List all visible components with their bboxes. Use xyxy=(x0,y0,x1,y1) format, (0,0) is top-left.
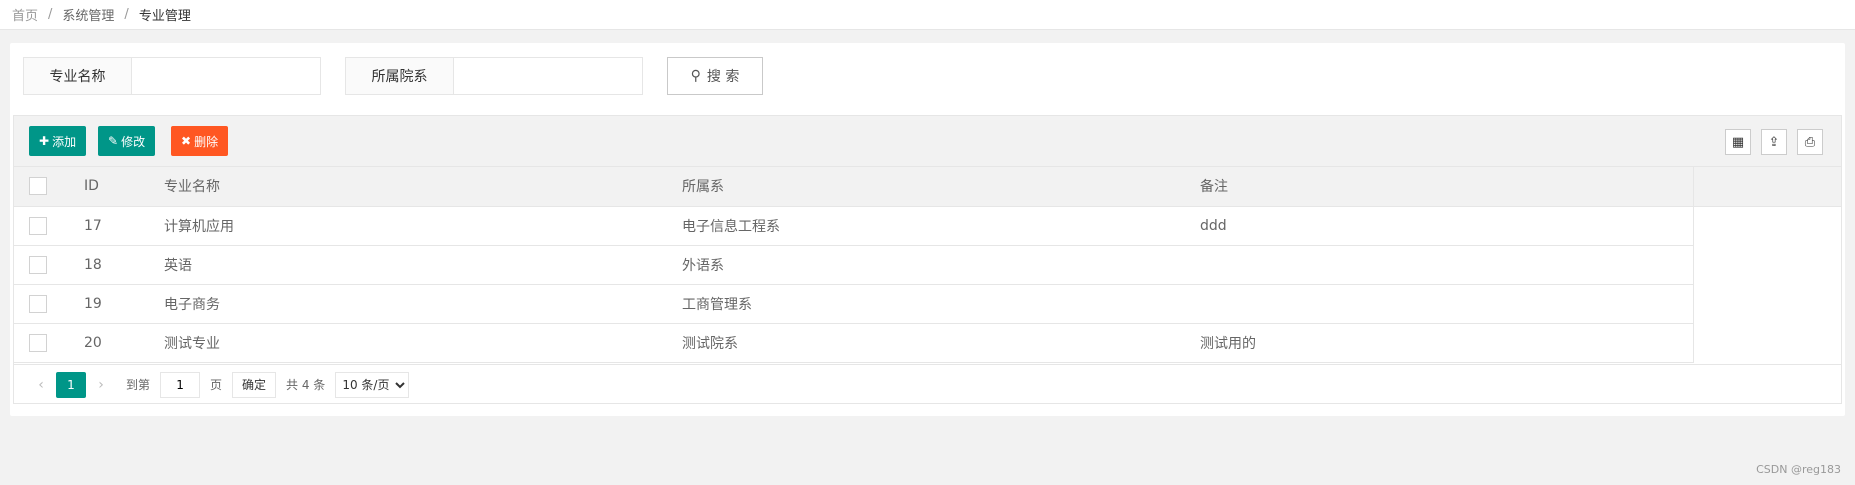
goto-confirm-button[interactable]: 确定 xyxy=(232,371,277,398)
cell-note: 测试用的 xyxy=(1185,323,1693,363)
row-checkbox-cell xyxy=(14,284,69,324)
chevron-left-icon[interactable]: ‹ xyxy=(26,377,56,393)
cell-department: 工商管理系 xyxy=(667,284,1185,324)
cell-note xyxy=(1185,284,1693,324)
table-toolbar: ✚ 添加 ✎ 修改 ✖ 删除 ▦ ⇪ ⎙ xyxy=(14,116,1841,167)
page-size-select[interactable]: 10 条/页 xyxy=(335,371,410,398)
cell-fixed xyxy=(1692,323,1841,362)
table-row[interactable]: 20 测试专业 测试院系 测试用的 xyxy=(14,323,1841,363)
delete-button[interactable]: ✖ 删除 xyxy=(171,126,229,156)
cell-major-name: 英语 xyxy=(149,245,667,285)
goto-page-input[interactable] xyxy=(160,371,201,398)
breadcrumb-system[interactable]: 系统管理 xyxy=(62,5,114,24)
majors-table: ID 专业名称 所属系 备注 17 计算机应用 电子信息工程系 ddd 18 英… xyxy=(14,167,1841,363)
major-name-label: 专业名称 xyxy=(24,58,132,94)
breadcrumb: 首页 / 系统管理 / 专业管理 xyxy=(0,0,1855,30)
header-department[interactable]: 所属系 xyxy=(667,167,1185,207)
cell-major-name: 测试专业 xyxy=(149,323,667,363)
header-id[interactable]: ID xyxy=(69,167,149,207)
row-checkbox[interactable] xyxy=(29,255,47,274)
department-field: 所属院系 xyxy=(345,57,643,95)
header-checkbox-cell xyxy=(14,167,69,207)
pencil-icon: ✎ xyxy=(108,134,119,148)
table-row[interactable]: 17 计算机应用 电子信息工程系 ddd xyxy=(14,206,1841,246)
breadcrumb-current: 专业管理 xyxy=(138,9,191,24)
search-button[interactable]: ⚲ 搜 索 xyxy=(667,57,763,95)
cell-department: 测试院系 xyxy=(667,323,1185,363)
row-checkbox-cell xyxy=(14,206,69,246)
cell-department: 电子信息工程系 xyxy=(667,206,1185,246)
table-header-row: ID 专业名称 所属系 备注 xyxy=(14,167,1841,207)
main-card: 专业名称 所属院系 ⚲ 搜 索 ✚ 添加 ✎ 修改 ✖ 删除 ▦ ⇪ ⎙ ID … xyxy=(10,43,1845,416)
close-icon: ✖ xyxy=(181,134,192,148)
table-row[interactable]: 19 电子商务 工商管理系 xyxy=(14,284,1841,324)
current-page-button[interactable]: 1 xyxy=(56,371,86,398)
row-checkbox[interactable] xyxy=(29,294,47,313)
watermark: CSDN @reg183 xyxy=(1756,463,1841,476)
export-button[interactable]: ⇪ xyxy=(1761,129,1787,155)
delete-button-label: 删除 xyxy=(194,134,219,149)
row-checkbox[interactable] xyxy=(29,333,47,352)
search-form: 专业名称 所属院系 ⚲ 搜 索 xyxy=(23,57,763,95)
select-all-checkbox[interactable] xyxy=(29,177,47,196)
goto-label: 到第 xyxy=(126,378,151,392)
cell-major-name: 电子商务 xyxy=(149,284,667,324)
department-input[interactable] xyxy=(454,58,642,94)
edit-button[interactable]: ✎ 修改 xyxy=(98,126,156,156)
table-row[interactable]: 18 英语 外语系 xyxy=(14,245,1841,285)
row-checkbox[interactable] xyxy=(29,216,47,235)
page-unit-label: 页 xyxy=(210,378,223,392)
row-checkbox-cell xyxy=(14,245,69,285)
plus-icon: ✚ xyxy=(39,134,50,148)
export-icon: ⇪ xyxy=(1768,134,1780,150)
cell-note xyxy=(1185,245,1693,285)
header-note[interactable]: 备注 xyxy=(1185,167,1693,207)
search-icon: ⚲ xyxy=(690,68,701,84)
cell-department: 外语系 xyxy=(667,245,1185,285)
cell-fixed xyxy=(1692,206,1841,245)
breadcrumb-home[interactable]: 首页 xyxy=(12,5,38,24)
row-checkbox-cell xyxy=(14,323,69,363)
cell-id: 20 xyxy=(69,323,149,363)
cell-fixed xyxy=(1692,245,1841,284)
cell-id: 18 xyxy=(69,245,149,285)
grid-icon: ▦ xyxy=(1731,134,1745,150)
header-major-name[interactable]: 专业名称 xyxy=(149,167,667,207)
chevron-right-icon[interactable]: › xyxy=(86,377,116,393)
edit-button-label: 修改 xyxy=(121,134,146,149)
print-button[interactable]: ⎙ xyxy=(1797,129,1823,155)
total-count: 共 4 条 xyxy=(286,378,326,392)
breadcrumb-separator: / xyxy=(124,7,129,22)
major-name-field: 专业名称 xyxy=(23,57,321,95)
data-table: ✚ 添加 ✎ 修改 ✖ 删除 ▦ ⇪ ⎙ ID 专业名称 所属系 备注 17 计… xyxy=(13,115,1842,404)
major-name-input[interactable] xyxy=(132,58,320,94)
cell-note: ddd xyxy=(1185,206,1693,246)
pagination: ‹ 1 › 到第 页 确定 共 4 条 10 条/页 xyxy=(14,364,1841,404)
cell-id: 19 xyxy=(69,284,149,324)
search-button-label: 搜 索 xyxy=(706,69,740,85)
department-label: 所属院系 xyxy=(346,58,454,94)
breadcrumb-separator: / xyxy=(48,7,53,22)
header-fixed-column xyxy=(1692,167,1841,207)
columns-filter-button[interactable]: ▦ xyxy=(1725,129,1751,155)
cell-major-name: 计算机应用 xyxy=(149,206,667,246)
cell-id: 17 xyxy=(69,206,149,246)
cell-fixed xyxy=(1692,284,1841,323)
print-icon: ⎙ xyxy=(1804,134,1816,150)
add-button-label: 添加 xyxy=(52,134,77,149)
add-button[interactable]: ✚ 添加 xyxy=(29,126,87,156)
